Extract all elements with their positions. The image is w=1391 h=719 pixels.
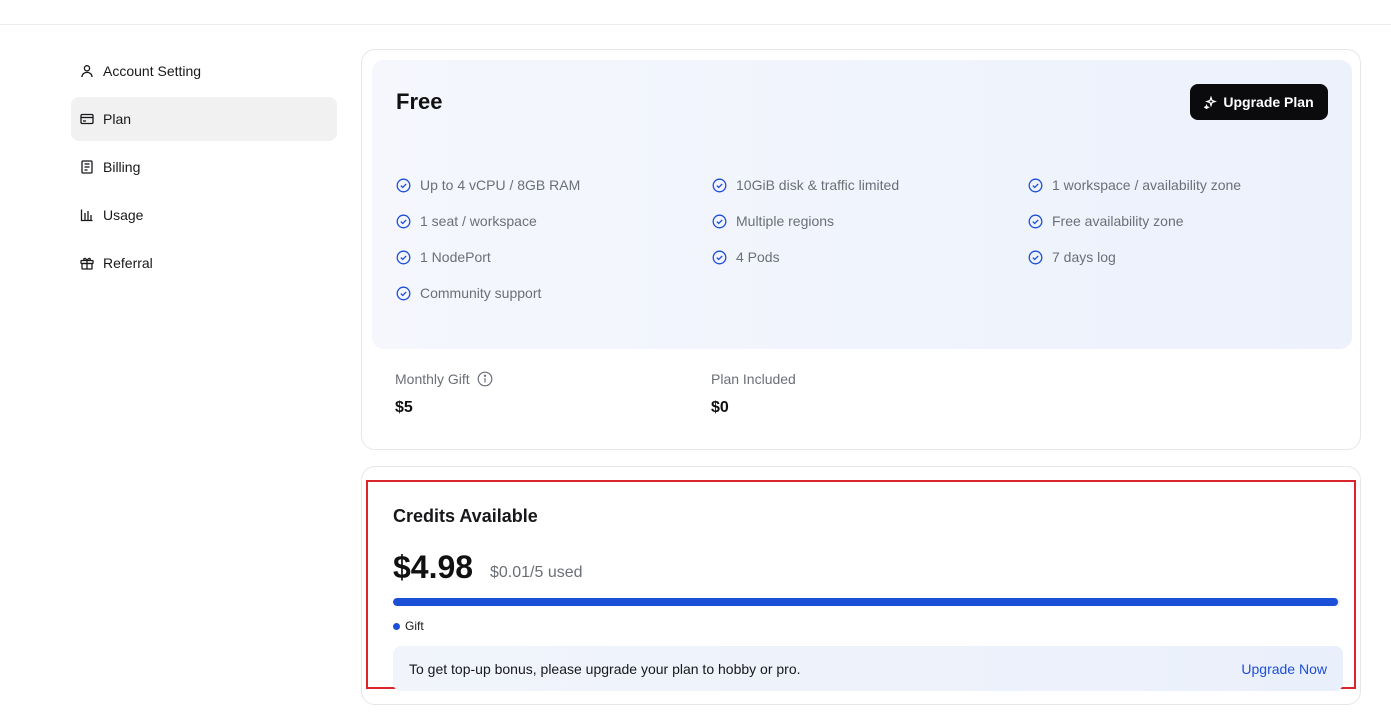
feature-item: 1 workspace / availability zone (1028, 177, 1241, 193)
check-circle-icon (712, 250, 727, 265)
check-circle-icon (1028, 250, 1043, 265)
gift-legend-dot (393, 622, 400, 630)
sidebar-item-plan[interactable]: Plan (71, 97, 337, 141)
sidebar-item-label: Billing (103, 159, 141, 175)
sidebar-item-label: Account Setting (103, 63, 202, 79)
credits-highlight-frame: Credits Available $4.98 $0.01/5 used Gif… (366, 480, 1356, 691)
credit-card-icon (80, 112, 94, 126)
feature-item: Multiple regions (712, 213, 834, 229)
credits-legend: Gift (393, 619, 424, 633)
plan-card: Free Upgrade Plan Up to 4 vCPU / 8GB RAM… (361, 49, 1361, 450)
sidebar-item-label: Usage (103, 207, 144, 223)
plan-included-label: Plan Included (711, 371, 796, 387)
sidebar-item-usage[interactable]: Usage (71, 193, 337, 237)
feature-text: Multiple regions (736, 213, 835, 229)
receipt-icon (80, 160, 94, 174)
feature-item: 10GiB disk & traffic limited (712, 177, 899, 193)
gift-legend-label: Gift (405, 619, 424, 633)
check-circle-icon (712, 214, 727, 229)
monthly-gift-label: Monthly Gift (395, 371, 470, 387)
feature-item: 4 Pods (712, 249, 780, 265)
plan-summary-panel: Free Upgrade Plan Up to 4 vCPU / 8GB RAM… (372, 60, 1352, 349)
feature-item: Up to 4 vCPU / 8GB RAM (396, 177, 580, 193)
user-icon (80, 64, 94, 78)
feature-text: 10GiB disk & traffic limited (736, 177, 900, 193)
feature-text: Up to 4 vCPU / 8GB RAM (420, 177, 581, 193)
settings-sidebar: Account Setting Plan Billing Usage Refer… (71, 49, 337, 289)
sidebar-item-label: Referral (103, 255, 153, 271)
feature-text: 1 seat / workspace (420, 213, 537, 229)
info-icon[interactable] (477, 371, 493, 387)
check-circle-icon (396, 214, 411, 229)
feature-item: Community support (396, 285, 541, 301)
sidebar-item-billing[interactable]: Billing (71, 145, 337, 189)
upgrade-now-link[interactable]: Upgrade Now (1241, 661, 1327, 677)
feature-text: 1 workspace / availability zone (1052, 177, 1242, 193)
sidebar-item-account-setting[interactable]: Account Setting (71, 49, 337, 93)
topup-banner-text: To get top-up bonus, please upgrade your… (409, 660, 801, 677)
plan-included-stat: Plan Included $0 (711, 371, 796, 417)
sparkle-icon (1204, 95, 1218, 109)
upgrade-plan-button[interactable]: Upgrade Plan (1190, 84, 1328, 120)
upgrade-plan-label: Upgrade Plan (1223, 94, 1314, 110)
check-circle-icon (712, 178, 727, 193)
check-circle-icon (1028, 178, 1043, 193)
feature-text: 4 Pods (736, 249, 780, 265)
credits-progress-fill (393, 598, 1339, 606)
sidebar-item-label: Plan (103, 111, 132, 127)
feature-item: Free availability zone (1028, 213, 1184, 229)
check-circle-icon (396, 286, 411, 301)
feature-item: 1 seat / workspace (396, 213, 537, 229)
feature-item: 1 NodePort (396, 249, 491, 265)
feature-text: Free availability zone (1052, 213, 1184, 229)
feature-text: 7 days log (1052, 249, 1116, 265)
top-bar (0, 0, 1391, 25)
check-circle-icon (396, 178, 411, 193)
check-circle-icon (1028, 214, 1043, 229)
bar-chart-icon (80, 208, 94, 222)
feature-text: Community support (420, 285, 542, 301)
credits-card: Credits Available $4.98 $0.01/5 used Gif… (361, 466, 1361, 705)
gift-icon (80, 256, 94, 270)
topup-bonus-banner: To get top-up bonus, please upgrade your… (393, 646, 1343, 691)
monthly-gift-stat: Monthly Gift $5 (395, 371, 493, 417)
credits-used-text: $0.01/5 used (490, 564, 583, 581)
credits-title: Credits Available (393, 506, 538, 526)
sidebar-item-referral[interactable]: Referral (71, 241, 337, 285)
monthly-gift-value: $5 (395, 399, 413, 416)
plan-included-value: $0 (711, 399, 729, 416)
credits-progress-bar (393, 598, 1340, 606)
plan-name: Free (396, 89, 443, 114)
credits-amount: $4.98 (393, 549, 474, 585)
feature-item: 7 days log (1028, 249, 1116, 265)
check-circle-icon (396, 250, 411, 265)
feature-text: 1 NodePort (420, 249, 491, 265)
